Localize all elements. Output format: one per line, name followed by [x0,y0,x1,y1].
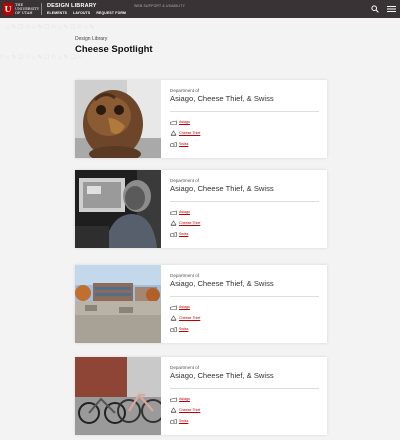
cheese-icon [170,120,177,125]
mouse-icon [170,327,177,332]
link-cheese-thief: Cheese Thief [170,407,200,413]
asiago-link[interactable]: Asiago [179,210,190,214]
nav-request-form[interactable]: REQUEST FORM [96,11,126,15]
mouse-icon [170,232,177,237]
spotlight-card: Department of Asiago, Cheese Thief, & Sw… [75,80,327,158]
page-title: Cheese Spotlight [75,44,153,55]
mouse-icon [170,142,177,147]
cheese-thief-link[interactable]: Cheese Thief [179,221,200,225]
card-dept: Department of [170,273,200,278]
card-links: Asiago Cheese Thief Swiss [170,396,200,424]
swiss-link[interactable]: Swiss [179,327,188,331]
card-links: Asiago Cheese Thief Swiss [170,209,200,237]
card-divider [170,111,319,112]
card-title: Asiago, Cheese Thief, & Swiss [170,279,274,288]
nav-elements[interactable]: ELEMENTS [47,11,67,15]
link-swiss: Swiss [170,231,200,237]
card-dept: Department of [170,88,200,93]
card-photo-campus [75,265,161,343]
card-dept: Department of [170,365,200,370]
header-subtitle: WEB SUPPORT & USABILITY [134,4,186,8]
asiago-link[interactable]: Asiago [179,397,190,401]
cheese-thief-icon [170,407,177,413]
cheese-thief-link[interactable]: Cheese Thief [179,316,200,320]
cheese-icon [170,305,177,310]
swiss-link[interactable]: Swiss [179,419,188,423]
university-name: THE UNIVERSITY OF UTAH [15,3,40,15]
card-links: Asiago Cheese Thief Swiss [170,304,200,332]
asiago-link[interactable]: Asiago [179,305,190,309]
card-body: Department of Asiago, Cheese Thief, & Sw… [161,80,327,158]
hero-pattern: ⌂ ✎ ☐ ⚐ ⌂ ✎ ☐ ⚐ ⌂ ✎ ☐ ⚐ ⌂ ✎ ☐ ⚐ ⌂ ✎ ☐ ⚐ … [0,18,400,80]
brand: DESIGN LIBRARY ELEMENTS LAYOUTS REQUEST … [47,0,126,18]
link-asiago: Asiago [170,209,200,215]
swiss-link[interactable]: Swiss [179,142,188,146]
link-asiago: Asiago [170,119,200,125]
cheese-thief-link[interactable]: Cheese Thief [179,131,200,135]
hamburger-menu-icon[interactable] [387,5,396,13]
main-nav: ELEMENTS LAYOUTS REQUEST FORM [47,11,126,15]
card-links: Asiago Cheese Thief Swiss [170,119,200,147]
mouse-icon [170,419,177,424]
asiago-link[interactable]: Asiago [179,120,190,124]
card-divider [170,296,319,297]
link-asiago: Asiago [170,396,200,402]
card-body: Department of Asiago, Cheese Thief, & Sw… [161,265,327,343]
link-cheese-thief: Cheese Thief [170,130,200,136]
cheese-thief-icon [170,130,177,136]
card-title: Asiago, Cheese Thief, & Swiss [170,184,274,193]
link-asiago: Asiago [170,304,200,310]
card-body: Department of Asiago, Cheese Thief, & Sw… [161,357,327,435]
cheese-thief-icon [170,220,177,226]
u-logo-icon: U [3,3,13,15]
spotlight-card: Department of Asiago, Cheese Thief, & Sw… [75,265,327,343]
search-icon[interactable] [371,5,379,13]
card-divider [170,388,319,389]
spotlight-card: Department of Asiago, Cheese Thief, & Sw… [75,170,327,248]
card-body: Department of Asiago, Cheese Thief, & Sw… [161,170,327,248]
nav-layouts[interactable]: LAYOUTS [73,11,90,15]
card-divider [170,201,319,202]
link-cheese-thief: Cheese Thief [170,315,200,321]
link-cheese-thief: Cheese Thief [170,220,200,226]
card-photo-mascot [75,80,161,158]
card-title: Asiago, Cheese Thief, & Swiss [170,371,274,380]
header-divider [41,3,42,15]
university-logo[interactable]: U THE UNIVERSITY OF UTAH [0,0,40,18]
card-title: Asiago, Cheese Thief, & Swiss [170,94,274,103]
link-swiss: Swiss [170,418,200,424]
link-swiss: Swiss [170,326,200,332]
header-actions [371,0,396,18]
card-photo-bikes [75,357,161,435]
card-photo-student [75,170,161,248]
brand-title[interactable]: DESIGN LIBRARY [47,3,126,9]
spotlight-card: Department of Asiago, Cheese Thief, & Sw… [75,357,327,435]
cheese-icon [170,210,177,215]
site-header: U THE UNIVERSITY OF UTAH DESIGN LIBRARY … [0,0,400,18]
cheese-thief-link[interactable]: Cheese Thief [179,408,200,412]
link-swiss: Swiss [170,141,200,147]
swiss-link[interactable]: Swiss [179,232,188,236]
cheese-icon [170,397,177,402]
breadcrumb[interactable]: Design Library [75,36,153,42]
cheese-thief-icon [170,315,177,321]
page-heading: Design Library Cheese Spotlight [75,36,153,55]
card-dept: Department of [170,178,200,183]
